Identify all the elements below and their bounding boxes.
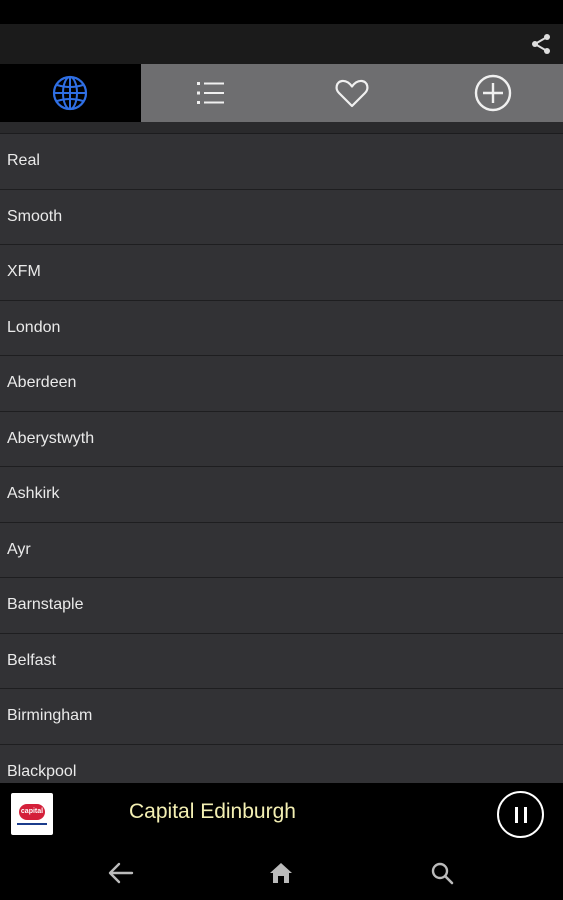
list-item[interactable]: Ayr — [0, 522, 563, 578]
station-logo: capital — [11, 793, 53, 835]
station-label: Aberystwyth — [7, 429, 95, 447]
logo-underline — [17, 822, 47, 825]
tab-browse[interactable] — [0, 64, 141, 122]
station-label: XFM — [7, 263, 41, 281]
list-icon — [197, 82, 225, 104]
back-button[interactable] — [107, 859, 135, 887]
plus-circle-icon — [474, 74, 511, 112]
home-button[interactable] — [267, 859, 295, 887]
list-item[interactable]: XFM — [0, 245, 563, 301]
pause-button[interactable] — [497, 791, 544, 838]
station-label: Belfast — [7, 651, 56, 669]
list-item[interactable]: Blackpool — [0, 744, 563, 783]
search-button[interactable] — [428, 859, 456, 887]
pause-icon — [514, 806, 527, 823]
list-item[interactable]: Aberystwyth — [0, 411, 563, 467]
station-label: Aberdeen — [7, 374, 77, 392]
share-button[interactable] — [527, 30, 555, 58]
tab-bar — [0, 64, 563, 122]
tab-add[interactable] — [422, 64, 563, 122]
list-item[interactable]: Birmingham — [0, 689, 563, 745]
player-bar: capital Capital Edinburgh — [0, 783, 563, 845]
heart-icon — [335, 79, 369, 108]
action-bar — [0, 24, 563, 64]
home-icon — [270, 863, 292, 883]
now-playing-title: Capital Edinburgh — [129, 800, 296, 823]
station-label: Blackpool — [7, 762, 77, 780]
tab-favorites[interactable] — [282, 64, 423, 122]
list-item[interactable]: Aberdeen — [0, 356, 563, 412]
station-label: Ayr — [7, 540, 31, 558]
navigation-bar — [0, 845, 563, 900]
search-icon — [431, 862, 454, 885]
list-item[interactable]: Real — [0, 134, 563, 190]
station-label: Barnstaple — [7, 596, 84, 614]
back-arrow-icon — [108, 862, 134, 884]
tab-list[interactable] — [141, 64, 282, 122]
station-label: Ashkirk — [7, 485, 60, 503]
globe-icon — [53, 75, 88, 111]
status-bar — [0, 0, 563, 24]
logo-mark: capital — [19, 803, 45, 820]
station-label: Birmingham — [7, 707, 93, 725]
list-item[interactable]: Smooth — [0, 189, 563, 245]
tab-divider — [0, 122, 563, 134]
station-label: London — [7, 318, 61, 336]
list-item[interactable]: Barnstaple — [0, 578, 563, 634]
share-icon — [532, 34, 550, 54]
station-list[interactable]: Real Smooth XFM London Aberdeen Aberystw… — [0, 134, 563, 783]
station-label: Real — [7, 152, 40, 170]
list-item[interactable]: Ashkirk — [0, 467, 563, 523]
station-label: Smooth — [7, 207, 63, 225]
list-item[interactable]: Belfast — [0, 633, 563, 689]
list-item[interactable]: London — [0, 300, 563, 356]
